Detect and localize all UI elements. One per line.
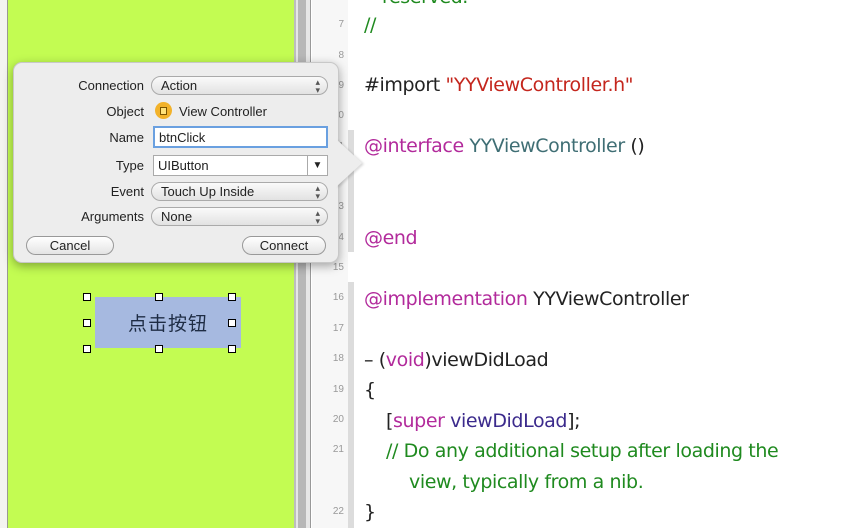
- line-number: 17: [332, 323, 344, 334]
- code-line: view, typically from a nib.: [409, 471, 644, 493]
- selected-ui-button[interactable]: 点击按钮: [95, 297, 241, 348]
- canvas-edge: [0, 0, 8, 528]
- line-number: 15: [332, 262, 344, 273]
- dropdown-arrow-icon[interactable]: ▼: [307, 156, 327, 175]
- code-line: // Do any additional setup after loading…: [386, 440, 779, 462]
- resize-handle[interactable]: [155, 345, 163, 353]
- resize-handle[interactable]: [83, 319, 91, 327]
- code-line: [super viewDidLoad];: [386, 410, 581, 432]
- connect-button[interactable]: Connect: [242, 236, 326, 255]
- line-number: 19: [332, 384, 344, 395]
- code-line: – (void)viewDidLoad: [364, 349, 549, 371]
- resize-handle[interactable]: [228, 293, 236, 301]
- arguments-label: Arguments: [81, 209, 144, 224]
- view-controller-icon: [155, 102, 172, 119]
- stepper-arrows-icon: ▴ ▾: [315, 77, 320, 95]
- line-number: 18: [332, 353, 344, 364]
- resize-handle[interactable]: [228, 319, 236, 327]
- object-value: View Controller: [179, 104, 267, 119]
- line-number: 22: [332, 506, 344, 517]
- code-line: @interface YYViewController (): [364, 135, 645, 157]
- object-label: Object: [106, 104, 144, 119]
- name-label: Name: [109, 130, 144, 145]
- stepper-arrows-icon: ▴ ▾: [315, 208, 320, 226]
- type-combobox[interactable]: UIButton ▼: [153, 155, 328, 176]
- line-number: 16: [332, 292, 344, 303]
- resize-handle[interactable]: [83, 345, 91, 353]
- resize-handle[interactable]: [228, 345, 236, 353]
- code-line: }: [364, 501, 376, 523]
- stepper-arrows-icon: ▴ ▾: [315, 183, 320, 201]
- connection-label: Connection: [78, 78, 144, 93]
- resize-handle[interactable]: [83, 293, 91, 301]
- name-input[interactable]: btnClick: [153, 126, 328, 148]
- line-number: 21: [332, 444, 344, 455]
- event-select[interactable]: Touch Up Inside ▴ ▾: [151, 182, 328, 201]
- code-line: @end: [364, 227, 418, 249]
- connection-popover: Connection Action ▴ ▾ Object View Controll…: [13, 62, 362, 263]
- event-label: Event: [110, 184, 144, 199]
- code-line: {: [364, 379, 376, 401]
- code-line: #import "YYViewController.h": [364, 74, 634, 96]
- line-number: 8: [338, 50, 344, 61]
- code-line: reserved.: [382, 0, 468, 8]
- change-bar: [348, 282, 354, 528]
- cancel-button[interactable]: Cancel: [26, 236, 114, 255]
- arguments-select[interactable]: None ▴ ▾: [151, 207, 328, 226]
- code-line: //: [364, 14, 377, 36]
- resize-handle[interactable]: [155, 293, 163, 301]
- line-number: 7: [338, 19, 344, 30]
- line-number: 20: [332, 414, 344, 425]
- connection-select[interactable]: Action ▴ ▾: [151, 76, 328, 95]
- code-line: @implementation YYViewController: [364, 288, 689, 310]
- type-label: Type: [115, 158, 144, 173]
